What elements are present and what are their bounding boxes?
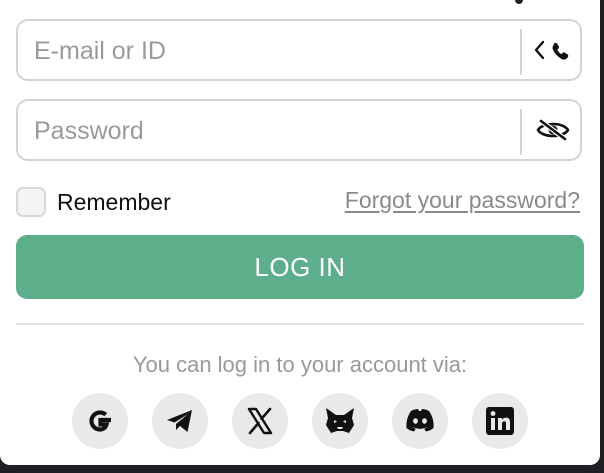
forgot-password-link[interactable]: Forgot your password? [345,186,580,214]
google-icon [89,410,111,432]
linkedin-icon [486,407,514,435]
metamask-icon [326,408,354,433]
remember-checkbox[interactable] [16,187,46,217]
password-addon-divider [520,109,522,155]
x-login-button[interactable] [232,393,288,449]
social-login-caption: You can log in to your account via: [132,352,468,377]
login-panel: Remember Forgot your password? LOG IN Yo… [0,0,600,465]
login-button[interactable]: LOG IN [16,235,584,299]
email-addon-divider [520,29,522,75]
password-input[interactable] [32,101,516,161]
google-login-button[interactable] [72,393,128,449]
email-input[interactable] [32,21,516,81]
linkedin-login-button[interactable] [472,393,528,449]
remember-label: Remember [57,189,171,215]
divider [16,323,584,325]
phone-toggle-button[interactable] [524,21,582,79]
discord-login-button[interactable] [392,393,448,449]
metamask-login-button[interactable] [312,393,368,449]
password-field [16,99,582,161]
discord-icon [406,409,434,432]
telegram-login-button[interactable] [152,393,208,449]
email-field [16,19,582,81]
chevron-phone-icon [534,40,569,60]
x-icon [247,407,273,435]
show-password-button[interactable] [524,101,582,159]
eye-slash-icon [536,119,570,141]
panel-notch [515,0,523,4]
telegram-icon [167,410,192,432]
